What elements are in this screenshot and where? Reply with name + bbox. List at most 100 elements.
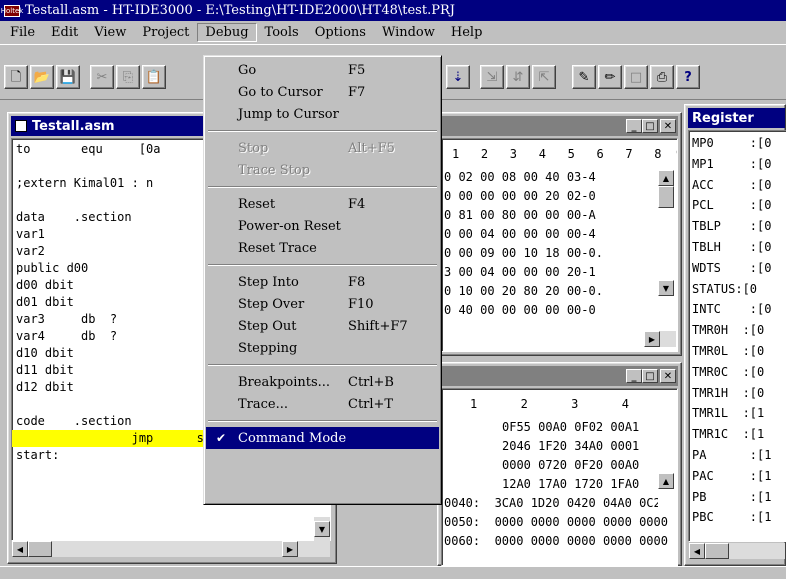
scroll-right-icon[interactable]: ▶	[644, 331, 660, 347]
open-folder-icon[interactable]: 📂	[30, 65, 54, 89]
paste-icon[interactable]: 📋	[142, 65, 166, 89]
menu-project[interactable]: Project	[134, 23, 197, 42]
register-row[interactable]: PCL :[0	[692, 195, 783, 216]
rom-window-titlebar[interactable]: _ □ ✕	[441, 366, 678, 386]
menu-item-power-on-reset[interactable]: Power-on Reset	[206, 215, 439, 237]
minimize-icon[interactable]: _	[626, 369, 642, 383]
register-row[interactable]: PBC :[1	[692, 507, 783, 528]
register-row[interactable]: TBLP :[0	[692, 216, 783, 237]
register-row[interactable]: PB :[1	[692, 487, 783, 508]
rom-content[interactable]: 1 2 3 4 0F55 00A0 0F02 00A1 2046 1F20 34A…	[441, 388, 678, 566]
register-row[interactable]: TMR1H :[0	[692, 383, 783, 404]
register-row[interactable]: TMR1C :[1	[692, 424, 783, 445]
register-row[interactable]: PA :[1	[692, 445, 783, 466]
menu-item-step-over[interactable]: Step Over F10	[206, 293, 439, 315]
memory-row[interactable]: 0 10 00 20 80 20 00-0.	[444, 282, 675, 301]
menu-item-stop[interactable]: Stop Alt+F5	[206, 137, 439, 159]
register-row[interactable]: INTC :[0	[692, 299, 783, 320]
scroll-down-icon[interactable]: ▼	[658, 280, 674, 296]
memory-hscrollbar[interactable]: ▶	[644, 331, 676, 347]
rom-row[interactable]: 0050: 0000 0000 0000 0000 0000	[444, 513, 675, 532]
bookmark-icon[interactable]: □	[624, 65, 648, 89]
memory-window-titlebar[interactable]: _ □ ✕	[441, 116, 678, 136]
register-content[interactable]: MP0 :[0 MP1 :[0 ACC :[0 PCL :[0 TBLP :[0 TBLH…	[688, 130, 786, 542]
scroll-left-icon[interactable]: ◀	[12, 541, 28, 557]
breakpoint-clear-icon[interactable]: ✏	[598, 65, 622, 89]
menu-item-command-mode[interactable]: ✔ Command Mode	[206, 427, 439, 449]
memory-content[interactable]: 1 2 3 4 5 6 7 8 9 0 02 00 08 00 40 03-4 0…	[441, 138, 678, 352]
menu-edit[interactable]: Edit	[43, 23, 86, 42]
rom-row[interactable]: 0040: 3CA0 1D20 0420 04A0 0C20	[444, 494, 675, 513]
memory-row[interactable]: 0 02 00 08 00 40 03-4	[444, 168, 675, 187]
scroll-left-icon[interactable]: ◀	[689, 543, 705, 559]
scroll-right-icon[interactable]: ▶	[282, 541, 298, 557]
menu-item-step-out[interactable]: Step Out Shift+F7	[206, 315, 439, 337]
register-row[interactable]: TBLH :[0	[692, 237, 783, 258]
register-row[interactable]: PAC :[1	[692, 466, 783, 487]
memory-row[interactable]: 0 40 00 00 00 00 00-0	[444, 301, 675, 320]
scroll-up-icon[interactable]: ▲	[658, 170, 674, 186]
vscroll-thumb[interactable]	[658, 186, 674, 208]
copy-icon[interactable]: ⎘	[116, 65, 140, 89]
menu-item-reset-trace[interactable]: Reset Trace	[206, 237, 439, 259]
register-row[interactable]: MP1 :[0	[692, 154, 783, 175]
menu-item-trace[interactable]: Trace... Ctrl+T	[206, 393, 439, 415]
rom-row[interactable]: 12A0 17A0 1720 1FA0	[444, 475, 675, 494]
rom-vscrollbar[interactable]: ▲	[658, 473, 674, 513]
register-row[interactable]: MP0 :[0	[692, 133, 783, 154]
help-icon[interactable]: ?	[676, 65, 700, 89]
menu-item-breakpoints[interactable]: Breakpoints... Ctrl+B	[206, 371, 439, 393]
register-row[interactable]: TMR0C :[0	[692, 362, 783, 383]
source-hscrollbar[interactable]: ◀ ▶	[12, 541, 330, 557]
menu-item-go[interactable]: Go F5	[206, 59, 439, 81]
menu-item-trace-stop[interactable]: Trace Stop	[206, 159, 439, 181]
rom-row[interactable]: 0000 0720 0F20 00A0	[444, 456, 675, 475]
menu-item-step-into[interactable]: Step Into F8	[206, 271, 439, 293]
step-icon[interactable]: ⇣	[446, 65, 470, 89]
menu-help[interactable]: Help	[443, 23, 491, 42]
menu-view[interactable]: View	[86, 23, 134, 42]
memory-row[interactable]: 0 00 04 00 00 00 00-4	[444, 225, 675, 244]
close-icon[interactable]: ✕	[660, 369, 676, 383]
step-over-icon[interactable]: ⇵	[506, 65, 530, 89]
menu-options[interactable]: Options	[307, 23, 374, 42]
register-row[interactable]: TMR0L :[0	[692, 341, 783, 362]
source-vscrollbar[interactable]: ▼	[314, 517, 330, 541]
step-out-icon[interactable]: ⇱	[532, 65, 556, 89]
menu-item-go-to-cursor[interactable]: Go to Cursor F7	[206, 81, 439, 103]
memory-row[interactable]: 3 00 04 00 00 00 20-1	[444, 263, 675, 282]
register-row[interactable]: TMR1L :[1	[692, 403, 783, 424]
memory-row[interactable]: 0 00 00 00 00 20 02-0	[444, 187, 675, 206]
minimize-icon[interactable]: _	[626, 119, 642, 133]
menu-item-jump-to-cursor[interactable]: Jump to Cursor	[206, 103, 439, 125]
menu-item-reset[interactable]: Reset F4	[206, 193, 439, 215]
register-row[interactable]: WDTS :[0	[692, 258, 783, 279]
hscroll-thumb[interactable]	[28, 541, 52, 557]
menu-window[interactable]: Window	[374, 23, 443, 42]
maximize-icon[interactable]: □	[642, 119, 658, 133]
save-icon[interactable]: 💾	[56, 65, 80, 89]
memory-row[interactable]: 0 81 00 80 00 00 00-A	[444, 206, 675, 225]
register-row[interactable]: ACC :[0	[692, 175, 783, 196]
step-into-icon[interactable]: ⇲	[480, 65, 504, 89]
memory-row[interactable]: 0 00 09 00 10 18 00-0.	[444, 244, 675, 263]
close-icon[interactable]: ✕	[660, 119, 676, 133]
print-icon[interactable]: ⎙	[650, 65, 674, 89]
register-window-titlebar[interactable]: Register	[688, 108, 785, 128]
scroll-down-icon[interactable]: ▼	[314, 521, 330, 537]
register-hscrollbar[interactable]: ◀	[689, 543, 785, 559]
register-row[interactable]: TMR0H :[0	[692, 320, 783, 341]
new-file-icon[interactable]: 🗋	[4, 65, 28, 89]
menu-tools[interactable]: Tools	[257, 23, 307, 42]
register-row[interactable]: STATUS:[0	[692, 279, 783, 300]
cut-icon[interactable]: ✂	[90, 65, 114, 89]
breakpoint-icon[interactable]: ✎	[572, 65, 596, 89]
menu-file[interactable]: File	[2, 23, 43, 42]
menu-debug[interactable]: Debug	[197, 22, 257, 42]
menu-item-stepping[interactable]: Stepping	[206, 337, 439, 359]
rom-row[interactable]: 0F55 00A0 0F02 00A1	[444, 418, 675, 437]
memory-vscrollbar[interactable]: ▲ ▼	[658, 170, 674, 352]
rom-row[interactable]: 0060: 0000 0000 0000 0000 0000	[444, 532, 675, 551]
hscroll-thumb[interactable]	[705, 543, 729, 559]
rom-row[interactable]: 2046 1F20 34A0 0001	[444, 437, 675, 456]
